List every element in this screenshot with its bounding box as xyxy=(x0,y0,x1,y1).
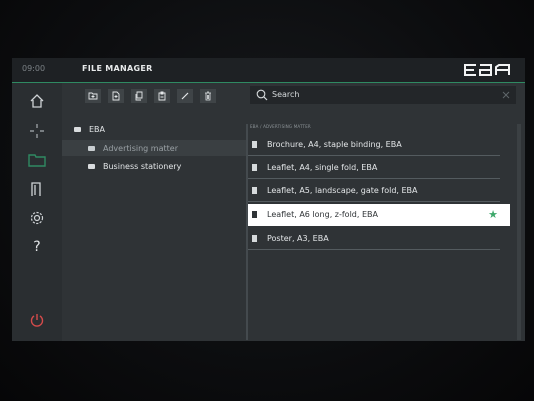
crosshair-icon xyxy=(30,124,44,138)
file-row[interactable]: Leaflet, A5, landscape, gate fold, EBA xyxy=(248,180,510,202)
nav-home[interactable] xyxy=(12,90,62,112)
tree-item-label: Business stationery xyxy=(103,161,182,171)
tree-item-label: Advertising matter xyxy=(103,143,178,153)
nav-crosshair[interactable] xyxy=(12,120,62,142)
nav-power[interactable] xyxy=(12,309,62,331)
door-icon xyxy=(31,182,41,196)
folder-icon xyxy=(88,145,95,151)
nav-door[interactable] xyxy=(12,178,62,200)
row-divider xyxy=(248,201,500,202)
document-icon xyxy=(252,187,257,194)
top-bar: 09:00 FILE MANAGER xyxy=(12,58,525,83)
document-icon xyxy=(252,141,257,148)
clear-search-icon[interactable] xyxy=(502,91,510,99)
tree-root[interactable]: EBA xyxy=(74,121,244,137)
delete-button[interactable] xyxy=(200,89,216,103)
new-folder-button[interactable] xyxy=(85,89,101,103)
breadcrumb: EBA / ADVERTISING MATTER xyxy=(250,124,311,129)
folder-icon xyxy=(28,154,46,167)
gear-icon xyxy=(30,211,44,225)
document-icon xyxy=(252,211,257,218)
copy-button[interactable] xyxy=(131,89,147,103)
file-name: Leaflet, A5, landscape, gate fold, EBA xyxy=(267,186,418,195)
document-icon xyxy=(252,164,257,171)
tree-item-business-stationery[interactable]: Business stationery xyxy=(88,158,244,174)
file-name: Leaflet, A4, single fold, EBA xyxy=(267,163,378,172)
copy-icon xyxy=(135,91,143,101)
folder-icon xyxy=(88,163,95,169)
file-name: Brochure, A4, staple binding, EBA xyxy=(267,140,402,149)
row-divider xyxy=(248,249,500,250)
row-divider xyxy=(248,155,500,156)
power-icon xyxy=(30,314,44,327)
sidebar: ? xyxy=(12,83,62,341)
file-name: Poster, A3, EBA xyxy=(267,234,329,243)
eba-logo xyxy=(464,64,510,76)
screen: 09:00 FILE MANAGER ? Search EBA Advertis… xyxy=(12,58,525,341)
favorite-star-icon[interactable]: ★ xyxy=(488,208,498,221)
new-document-icon xyxy=(112,91,120,101)
home-icon xyxy=(30,94,44,108)
rename-button[interactable] xyxy=(177,89,193,103)
app-title: FILE MANAGER xyxy=(82,64,153,73)
search-bar[interactable]: Search xyxy=(250,86,516,104)
paste-icon xyxy=(158,91,166,101)
tree-item-advertising-matter[interactable]: Advertising matter xyxy=(62,140,246,156)
file-row[interactable]: Brochure, A4, staple binding, EBA xyxy=(248,134,510,156)
paste-button[interactable] xyxy=(154,89,170,103)
help-icon: ? xyxy=(33,239,41,255)
search-input[interactable]: Search xyxy=(272,90,299,99)
folder-icon xyxy=(74,126,81,132)
file-row[interactable]: Leaflet, A4, single fold, EBA xyxy=(248,157,510,179)
document-icon xyxy=(252,235,257,242)
new-folder-icon xyxy=(88,92,98,100)
search-icon xyxy=(256,89,268,101)
file-name: Leaflet, A6 long, z-fold, EBA xyxy=(267,210,378,219)
tree-root-label: EBA xyxy=(89,124,106,134)
file-row-selected[interactable]: Leaflet, A6 long, z-fold, EBA ★ xyxy=(248,204,510,226)
scrollbar[interactable] xyxy=(517,124,521,340)
delete-icon xyxy=(205,91,211,101)
nav-files[interactable] xyxy=(12,149,62,171)
file-row[interactable]: Poster, A3, EBA xyxy=(248,228,510,250)
clock: 09:00 xyxy=(22,64,46,73)
row-divider xyxy=(248,178,500,179)
nav-help[interactable]: ? xyxy=(12,236,62,258)
new-document-button[interactable] xyxy=(108,89,124,103)
rename-icon xyxy=(181,92,189,100)
nav-settings[interactable] xyxy=(12,207,62,229)
